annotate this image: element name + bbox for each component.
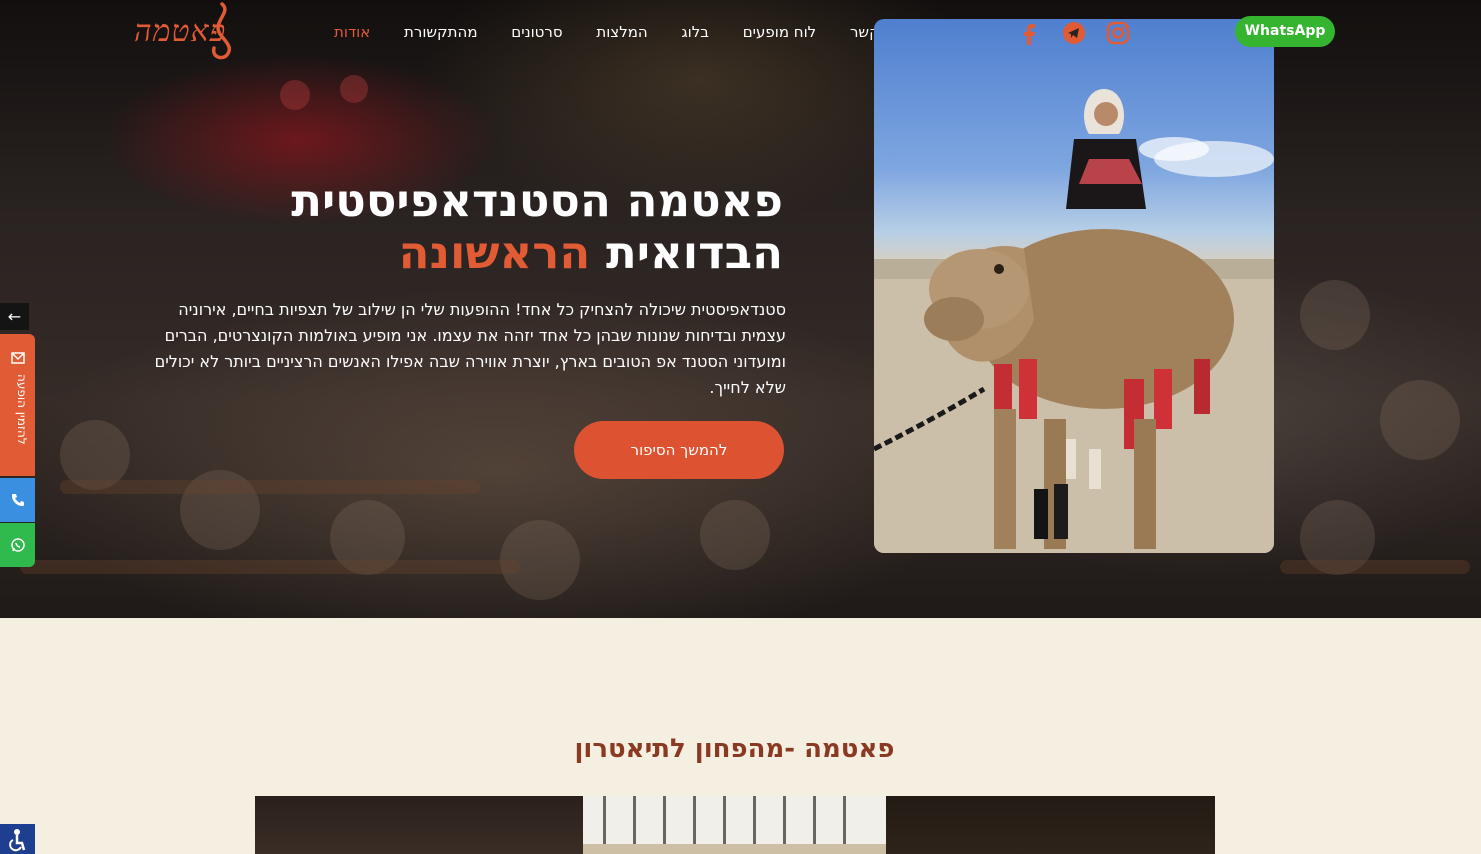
nav-item-videos[interactable]: סרטונים xyxy=(507,23,566,41)
hero-title-line2: הבדואית הראשונה xyxy=(291,227,783,279)
book-show-button[interactable]: להזמין הופעה xyxy=(0,334,35,476)
audience-decoration xyxy=(1300,280,1370,350)
whatsapp-side-button[interactable] xyxy=(0,523,35,567)
main-nav: צור קשר לוח מופעים בלוג המלצות סרטונים מ… xyxy=(330,16,910,48)
whatsapp-button[interactable]: WhatsApp xyxy=(1235,16,1335,47)
audience-decoration xyxy=(340,75,368,103)
hero-photo xyxy=(874,19,1274,553)
continue-story-button[interactable]: להמשך הסיפור xyxy=(574,421,784,479)
hero-headline: פאטמה הסטנדאפיסטית הבדואית הראשונה xyxy=(291,175,783,279)
hero-title-accent: הראשונה xyxy=(398,226,591,279)
gallery-photo-2 xyxy=(583,796,886,854)
hero-intro-text: סטנדאפיסטית שיכולה להצחיק כל אחד! ההופעו… xyxy=(154,300,786,397)
audience-decoration xyxy=(1380,380,1460,460)
gallery-photo-3 xyxy=(886,796,1215,854)
gallery-photo-1 xyxy=(255,796,583,854)
audience-decoration xyxy=(280,80,310,110)
site-logo[interactable]: פאטמה xyxy=(134,2,238,62)
phone-button[interactable] xyxy=(0,478,35,522)
facebook-icon[interactable] xyxy=(1018,20,1040,46)
seat-decoration xyxy=(60,480,480,494)
seat-decoration xyxy=(1280,560,1470,574)
nav-item-recommendations[interactable]: המלצות xyxy=(592,23,651,41)
hero-section: פאטמה צור קשר לוח מופעים בלוג המלצות סרט… xyxy=(0,0,1481,618)
camel-rider-image xyxy=(874,89,1274,553)
accessibility-button[interactable] xyxy=(0,824,35,854)
section-title: פאטמה -מהפחון לתיאטרון xyxy=(574,734,895,764)
seat-decoration xyxy=(20,560,520,574)
whatsapp-icon xyxy=(11,538,25,552)
telegram-icon[interactable] xyxy=(1062,20,1086,46)
audience-decoration xyxy=(700,500,770,570)
envelope-icon xyxy=(11,352,25,364)
nav-item-schedule[interactable]: לוח מופעים xyxy=(739,23,821,41)
logo-swirl-icon xyxy=(211,2,232,60)
accessibility-icon xyxy=(9,829,26,852)
book-show-label: להזמין הופעה xyxy=(15,374,29,445)
phone-icon xyxy=(12,494,24,506)
photo-gallery xyxy=(255,796,1215,854)
instagram-icon[interactable] xyxy=(1106,20,1130,46)
sidebar-toggle-arrow[interactable]: ← xyxy=(0,303,29,330)
nav-item-about[interactable]: אודות xyxy=(330,23,374,41)
hero-title-plain: הבדואית xyxy=(605,226,783,279)
nav-item-blog[interactable]: בלוג xyxy=(677,23,712,41)
hero-title-line1: פאטמה הסטנדאפיסטית xyxy=(291,174,783,227)
nav-item-media[interactable]: מהתקשורת xyxy=(400,23,482,41)
